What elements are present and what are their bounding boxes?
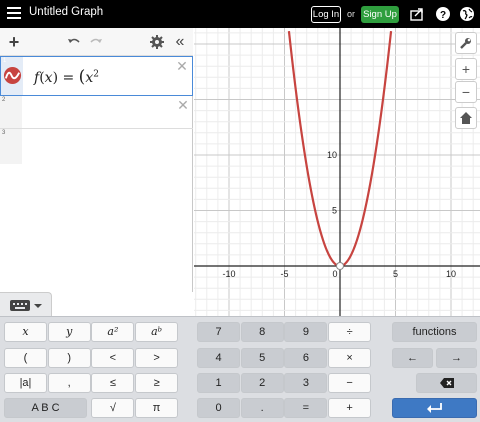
delete-expression-icon[interactable]: ✕ — [176, 59, 188, 73]
key-3-1[interactable]: √ — [91, 398, 135, 418]
delete-expression-icon[interactable]: ✕ — [177, 98, 189, 112]
digit-key-3-0[interactable]: 0 — [197, 398, 240, 418]
key-1-1[interactable]: ) — [47, 348, 91, 368]
expression-index: 2 — [2, 97, 6, 103]
home-icon — [460, 112, 472, 124]
key-3-2[interactable]: π — [135, 398, 179, 418]
key-2-0[interactable]: |a| — [4, 373, 47, 393]
top-bar: Untitled Graph Log In or Sign Up ? — [0, 0, 480, 28]
digit-key-2-0[interactable]: 1 — [197, 373, 240, 393]
graph-canvas[interactable]: -10 -5 0 5 10 5 10 — [194, 28, 480, 316]
digit-key-0-1[interactable]: 8 — [240, 322, 284, 342]
signup-button[interactable]: Sign Up — [361, 6, 399, 23]
zoom-out-button[interactable]: − — [455, 81, 477, 103]
digit-key-1-0[interactable]: 4 — [197, 348, 240, 368]
key-2-3[interactable]: ≥ — [135, 373, 179, 393]
x-tick-label: 0 — [332, 269, 337, 279]
y-tick-label: 10 — [327, 150, 337, 160]
backspace-icon — [439, 378, 454, 388]
key-1-2[interactable]: < — [91, 348, 135, 368]
svg-text:?: ? — [440, 10, 446, 21]
collapse-panel-icon[interactable]: « — [172, 34, 188, 50]
functions-key[interactable]: functions — [392, 322, 477, 342]
graph-paper[interactable]: -10 -5 0 5 10 5 10 — [194, 28, 480, 316]
digit-key-1-3[interactable]: × — [328, 348, 372, 368]
abc-key[interactable]: A B C — [4, 398, 87, 418]
graph-color-icon[interactable] — [3, 66, 22, 85]
redo-icon[interactable] — [88, 34, 104, 50]
digit-key-1-1[interactable]: 5 — [240, 348, 284, 368]
digit-key-1-2[interactable]: 6 — [284, 348, 328, 368]
x-tick-label: 5 — [393, 269, 398, 279]
key-1-3[interactable]: > — [135, 348, 179, 368]
x-tick-label: -10 — [222, 269, 235, 279]
settings-gear-icon[interactable] — [149, 34, 165, 50]
cursor-left-key[interactable]: ← — [392, 348, 433, 368]
wrench-icon — [460, 38, 471, 49]
digit-key-0-0[interactable]: 7 — [197, 322, 240, 342]
vertex-point — [336, 262, 344, 270]
enter-key[interactable] — [392, 398, 477, 418]
digit-key-2-2[interactable]: 3 — [284, 373, 328, 393]
digit-key-3-3[interactable]: + — [328, 398, 372, 418]
expression-row[interactable]: 3 — [0, 129, 193, 164]
key-0-2[interactable]: a² — [91, 322, 135, 342]
expression-math[interactable]: f(x) = (x2 — [34, 67, 99, 87]
expression-panel: + « 1 f(x) = (x2 ✕ 2 ✕ 3 — [0, 28, 193, 292]
graph-settings-button[interactable] — [455, 32, 477, 54]
menu-icon[interactable] — [7, 7, 21, 21]
login-button[interactable]: Log In — [311, 6, 341, 23]
digit-key-0-2[interactable]: 9 — [284, 322, 328, 342]
x-tick-label: -5 — [280, 269, 288, 279]
key-2-1[interactable]: , — [47, 373, 91, 393]
undo-icon[interactable] — [66, 34, 82, 50]
cursor-right-key[interactable]: → — [436, 348, 477, 368]
expression-index: 3 — [2, 130, 6, 136]
digit-key-3-2[interactable]: = — [284, 398, 328, 418]
zoom-in-button[interactable]: + — [455, 58, 477, 80]
digit-key-2-1[interactable]: 2 — [240, 373, 284, 393]
x-tick-label: 10 — [446, 269, 456, 279]
expression-row[interactable]: 2 ✕ — [0, 96, 193, 129]
expression-toolbar: + « — [0, 28, 193, 56]
graph-title[interactable]: Untitled Graph — [29, 6, 103, 18]
add-item-icon[interactable]: + — [6, 33, 22, 51]
key-0-0[interactable]: x — [4, 322, 47, 342]
backspace-key[interactable] — [416, 373, 477, 393]
share-icon[interactable] — [409, 6, 425, 22]
digit-key-0-3[interactable]: ÷ — [328, 322, 372, 342]
digit-key-2-3[interactable]: − — [328, 373, 372, 393]
key-2-2[interactable]: ≤ — [91, 373, 135, 393]
or-label: or — [347, 9, 356, 19]
help-icon[interactable]: ? — [435, 6, 451, 22]
math-keypad: x y a² aᵇ () < > |a|, ≤ ≥ A B C √ π 7 8 9 ÷ 4 5 6 × 1 2 3− 0. = + f… — [0, 316, 480, 422]
globe-icon[interactable] — [459, 6, 475, 22]
app-root: Untitled Graph Log In or Sign Up ? + « 1… — [0, 0, 480, 422]
key-0-3[interactable]: aᵇ — [135, 322, 179, 342]
expression-row[interactable]: 1 f(x) = (x2 ✕ — [0, 56, 193, 96]
digit-key-3-1[interactable]: . — [240, 398, 284, 418]
keypad-toggle[interactable] — [0, 292, 52, 317]
key-1-0[interactable]: ( — [4, 348, 47, 368]
expression-index: 1 — [3, 58, 7, 64]
enter-icon — [426, 403, 442, 413]
keyboard-icon — [10, 300, 42, 311]
default-viewport-button[interactable] — [455, 107, 477, 129]
y-tick-label: 5 — [332, 206, 337, 216]
key-0-1[interactable]: y — [47, 322, 91, 342]
